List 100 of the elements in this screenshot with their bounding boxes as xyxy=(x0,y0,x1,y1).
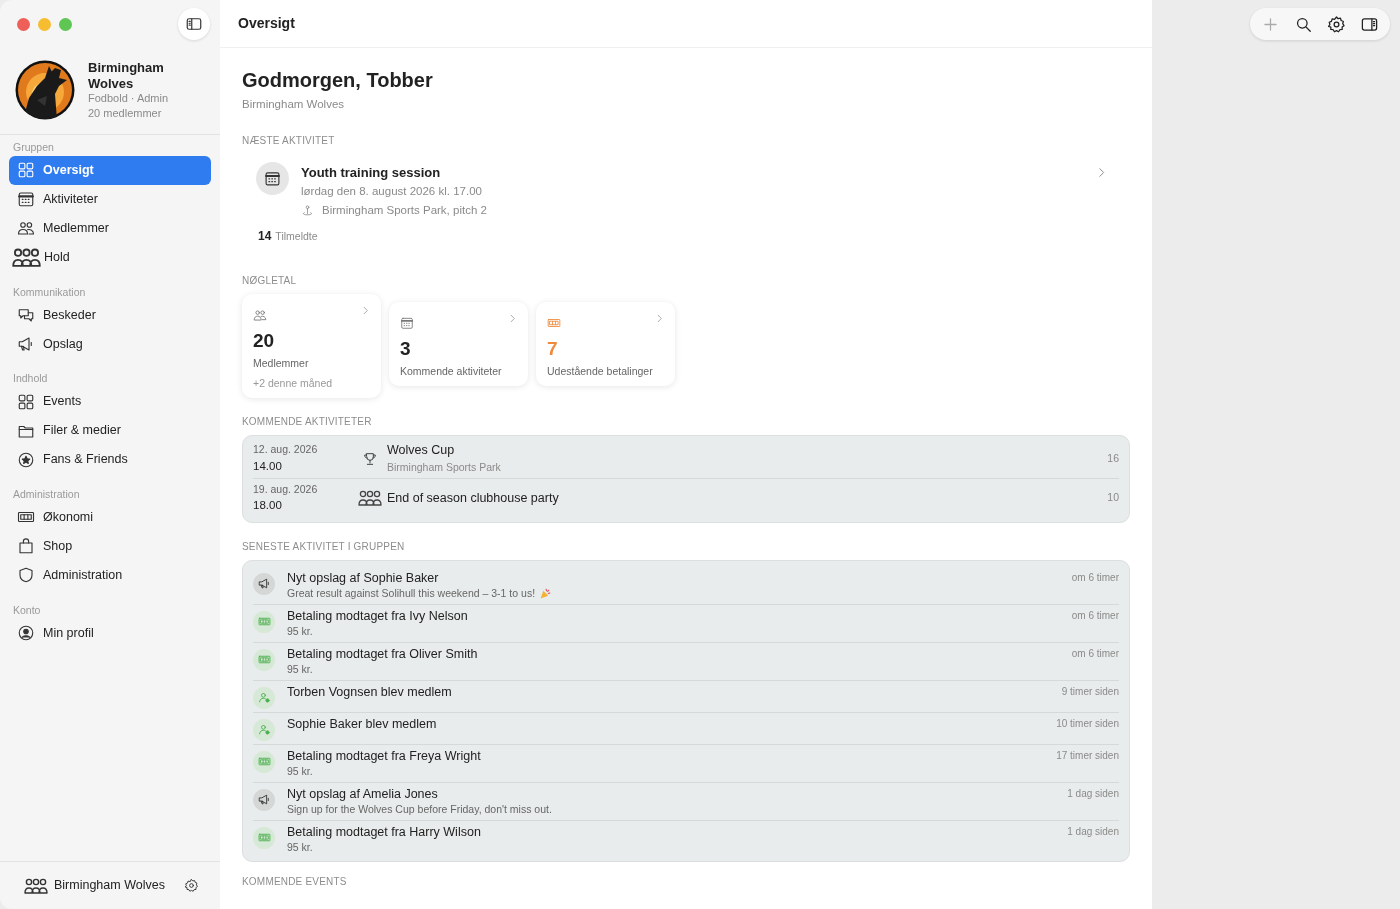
club-meta: Fodbold · Admin xyxy=(88,91,170,107)
settings-icon xyxy=(1327,14,1346,34)
people-icon xyxy=(253,308,267,322)
feed-title: Nyt opslag af Sophie Baker xyxy=(287,569,440,586)
calendar-icon xyxy=(264,170,281,188)
megaphone-icon xyxy=(257,577,271,591)
grid-icon xyxy=(17,161,35,180)
section-heading: NÆSTE AKTIVITET xyxy=(242,135,336,147)
feed-time: 1 dag siden xyxy=(1067,824,1119,839)
activity-location: Birmingham Sports Park, pitch 2 xyxy=(322,203,487,218)
group-name: Birmingham Wolves xyxy=(54,877,165,895)
feed-title: Betaling modtaget fra Harry Wilson xyxy=(287,823,482,840)
activity-title: Youth training session xyxy=(301,164,442,183)
stat-card[interactable]: 7 Udestående betalinger xyxy=(536,302,675,386)
feed-row[interactable]: Betaling modtaget fra Harry Wilson 95 kr. 1 dag siden xyxy=(253,820,1119,858)
calendar-icon xyxy=(17,190,35,209)
row-title: Wolves Cup xyxy=(387,442,456,460)
sidebar-item[interactable]: Events xyxy=(9,387,211,417)
member-count: 20 medlemmer xyxy=(88,106,163,121)
stat-label: Udestående betalinger xyxy=(547,364,654,380)
greeting-subtitle: Birmingham Wolves xyxy=(242,97,346,112)
row-count: 10 xyxy=(1107,490,1119,506)
stat-value: 7 xyxy=(547,338,559,362)
feed-row[interactable]: Betaling modtaget fra Oliver Smith 95 kr. om 6 timer xyxy=(253,642,1119,681)
sidebar-item[interactable]: Fans & Friends xyxy=(9,445,211,475)
feed-row[interactable]: Torben Vognsen blev medlem 9 timer siden xyxy=(253,680,1119,713)
feed-time: 17 timer siden xyxy=(1056,748,1119,763)
stat-value: 20 xyxy=(253,330,276,354)
club-name: Birmingham Wolves xyxy=(88,60,165,92)
feed-detail: 95 kr. xyxy=(287,763,313,779)
stat-label: Kommende aktiviteter xyxy=(400,364,503,380)
sidebar-item[interactable]: Aktiviteter xyxy=(9,184,211,214)
date-text: 12. aug. 2026 xyxy=(253,442,319,458)
feed-time: 9 timer siden xyxy=(1061,684,1119,699)
time-text: 18.00 xyxy=(253,498,283,514)
settings-icon xyxy=(183,878,199,893)
feed-time: 1 dag siden xyxy=(1067,786,1119,801)
attendee-count: 14 xyxy=(258,228,272,246)
row-location: Birmingham Sports Park xyxy=(387,460,502,476)
sidebar-toggle-button[interactable] xyxy=(178,8,210,40)
feed-title: Sophie Baker blev medlem xyxy=(287,715,438,732)
calendar-icon xyxy=(400,316,414,330)
banknote-icon xyxy=(547,316,561,330)
sidebar-item[interactable]: Opslag xyxy=(9,329,211,359)
feed-row[interactable]: Nyt opslag af Amelia Jones Sign up for the Wolves Cup before Friday, don't miss out. 1 dag siden xyxy=(253,782,1119,821)
feed-row[interactable]: Betaling modtaget fra Freya Wright 95 kr. 17 timer siden xyxy=(253,744,1119,783)
sidebar-item[interactable]: Beskeder xyxy=(9,300,211,330)
stat-label: Medlemmer xyxy=(253,356,310,372)
feed-time: om 6 timer xyxy=(1071,608,1119,623)
feed-detail: 95 kr. xyxy=(287,661,313,677)
sidebar-item[interactable]: Administration xyxy=(9,560,211,590)
feed-title: Torben Vognsen blev medlem xyxy=(287,683,453,700)
row-title: End of season clubhouse party xyxy=(387,489,560,507)
feed-title: Betaling modtaget fra Oliver Smith xyxy=(287,645,479,662)
feed-detail: 95 kr. xyxy=(287,839,313,855)
sidebar-item[interactable]: Økonomi xyxy=(9,502,211,532)
feed-title: Nyt opslag af Amelia Jones xyxy=(287,785,439,802)
grid-icon xyxy=(17,392,35,411)
feed-row[interactable]: Nyt opslag af Sophie Baker Great result against Solihull this weekend – 3-1 to us! om 6 timer xyxy=(253,566,1119,605)
activity-row[interactable]: 19. aug. 2026 18.00 End of season clubhouse party 10 xyxy=(253,478,1119,518)
greeting: Godmorgen, Tobber xyxy=(242,68,434,92)
person-circle-icon xyxy=(17,624,35,643)
section-heading: SENESTE AKTIVITET I GRUPPEN xyxy=(242,540,406,552)
feed-title: Betaling modtaget fra Freya Wright xyxy=(287,747,482,764)
stat-card[interactable]: 3 Kommende aktiviteter xyxy=(389,302,528,386)
sidebar-item[interactable]: Oversigt xyxy=(9,155,211,185)
feed-title: Betaling modtaget fra Ivy Nelson xyxy=(287,607,469,624)
page-title: Oversigt xyxy=(220,0,1152,48)
section-heading: Gruppen xyxy=(12,139,55,155)
time-text: 14.00 xyxy=(253,458,283,474)
attendee-label: Tilmeldte xyxy=(275,229,318,245)
stat-note: +2 denne måned xyxy=(253,375,334,391)
section-heading: KOMMENDE AKTIVITETER xyxy=(242,415,373,427)
person-add-icon xyxy=(257,723,271,737)
people-icon xyxy=(17,219,35,238)
section-heading: Indhold xyxy=(12,371,49,387)
feed-time: 10 timer siden xyxy=(1056,716,1119,731)
window-control-button[interactable] xyxy=(17,17,30,31)
section-heading: NØGLETAL xyxy=(242,275,298,287)
activity-row[interactable]: 12. aug. 2026 14.00 Wolves Cup Birmingham Sports Park 16 xyxy=(253,439,1119,479)
feed-detail: 95 kr. xyxy=(287,623,313,639)
stat-card[interactable]: 20 Medlemmer +2 denne måned xyxy=(242,294,381,398)
section-heading: Konto xyxy=(12,602,42,618)
feed-time: om 6 timer xyxy=(1071,570,1119,585)
date-text: 19. aug. 2026 xyxy=(253,481,319,497)
section-heading: Administration xyxy=(12,487,81,503)
section-heading: KOMMENDE EVENTS xyxy=(242,875,348,887)
sidebar-item[interactable]: Shop xyxy=(9,531,211,561)
party-popper-icon xyxy=(539,587,553,601)
feed-row[interactable]: Betaling modtaget fra Ivy Nelson 95 kr. om 6 timer xyxy=(253,604,1119,643)
sidebar-item[interactable]: Min profil xyxy=(9,618,211,648)
activity-datetime: lørdag den 8. august 2026 kl. 17.00 xyxy=(301,183,483,199)
feed-time: om 6 timer xyxy=(1071,646,1119,661)
megaphone-icon xyxy=(257,793,271,807)
stat-value: 3 xyxy=(400,338,412,362)
sidebar-item[interactable]: Hold xyxy=(9,242,211,272)
feed-row[interactable]: Sophie Baker blev medlem 10 timer siden xyxy=(253,712,1119,745)
bag-icon xyxy=(17,537,35,556)
sidebar-item[interactable]: Filer & medier xyxy=(9,416,211,446)
sidebar-item[interactable]: Medlemmer xyxy=(9,213,211,243)
